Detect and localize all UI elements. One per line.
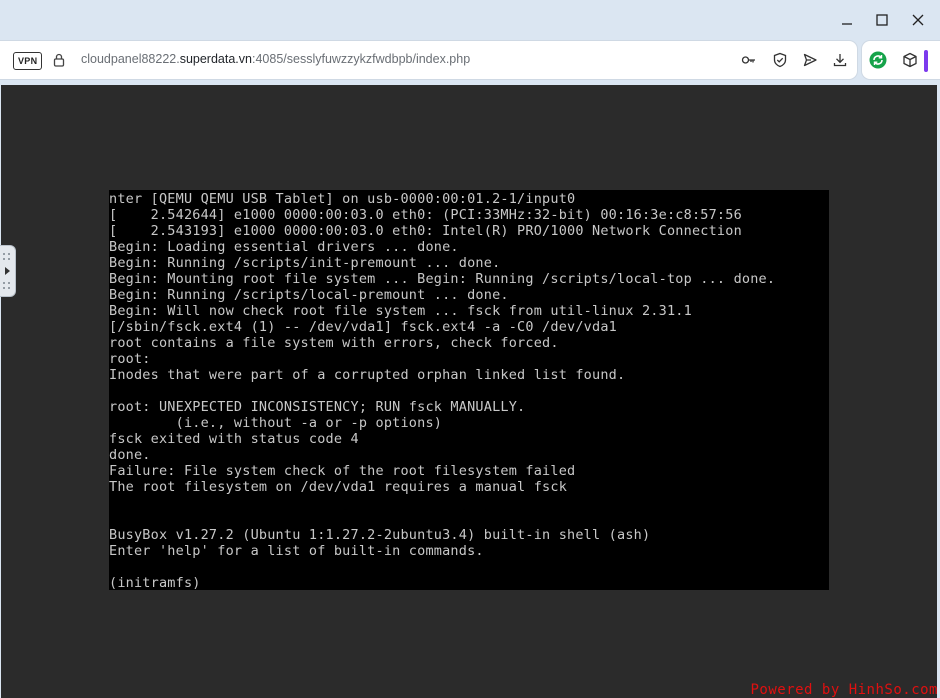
terminal-line: Begin: Loading essential drivers ... don… [109,239,459,255]
terminal-console[interactable]: nter [QEMU QEMU USB Tablet] on usb-0000:… [109,190,829,590]
terminal-line: root contains a file system with errors,… [109,335,559,351]
url-prefix: cloudpanel88222. [81,52,180,66]
terminal-line: (i.e., without -a or -p options) [109,415,443,431]
drag-handle-icon [3,253,10,289]
vpn-badge[interactable]: VPN [13,52,43,70]
terminal-line: Begin: Running /scripts/init-premount ..… [109,255,501,271]
terminal-line: root: [109,351,151,367]
close-icon [912,14,924,26]
terminal-line: root: UNEXPECTED INCONSISTENCY; RUN fsck… [109,399,526,415]
send-icon[interactable] [802,52,818,68]
side-panel-handle[interactable] [0,245,16,297]
terminal-line: Inodes that were part of a corrupted orp… [109,367,626,383]
terminal-line: nter [QEMU QEMU USB Tablet] on usb-0000:… [109,191,576,207]
maximize-button[interactable] [864,8,900,32]
address-bar: VPN cloudpanel88222.superdata.vn:4085/se… [0,41,857,79]
key-icon[interactable] [741,52,757,68]
url-field[interactable]: cloudpanel88222.superdata.vn:4085/sessly… [81,52,470,66]
accent-bar [924,50,928,72]
terminal-line: [ 2.542644] e1000 0000:00:03.0 eth0: (PC… [109,207,742,223]
extensions-bar [862,41,940,79]
terminal-line: Begin: Will now check root file system .… [109,303,692,319]
terminal-line: The root filesystem on /dev/vda1 require… [109,479,568,495]
terminal-line: fsck exited with status code 4 [109,431,359,447]
sync-extension-icon[interactable] [869,51,887,69]
shield-check-icon[interactable] [772,52,788,68]
window-titlebar [0,0,940,40]
url-host: superdata.vn [179,52,252,66]
cube-extension-icon[interactable] [902,52,918,68]
download-icon[interactable] [832,52,848,68]
terminal-line: Failure: File system check of the root f… [109,463,576,479]
watermark: Powered by HinhSo.com [750,682,938,698]
terminal-line: Begin: Mounting root file system ... Beg… [109,271,776,287]
terminal-line: [ 2.543193] e1000 0000:00:03.0 eth0: Int… [109,223,742,239]
terminal-output: nter [QEMU QEMU USB Tablet] on usb-0000:… [109,190,829,590]
terminal-line: BusyBox v1.27.2 (Ubuntu 1:1.27.2-2ubuntu… [109,527,651,543]
minimize-icon [842,23,852,25]
url-path: :4085/sesslyfuwzzykzfwdbpb/index.php [251,52,471,66]
terminal-line: [/sbin/fsck.ext4 (1) -- /dev/vda1] fsck.… [109,319,617,335]
maximize-icon [876,14,888,26]
lock-icon[interactable] [52,53,66,67]
close-button[interactable] [900,8,936,32]
terminal-line: done. [109,447,151,463]
terminal-line: Begin: Running /scripts/local-premount .… [109,287,509,303]
terminal-line: Enter 'help' for a list of built-in comm… [109,543,484,559]
minimize-button[interactable] [829,8,865,32]
terminal-line: (initramfs) [109,575,201,590]
